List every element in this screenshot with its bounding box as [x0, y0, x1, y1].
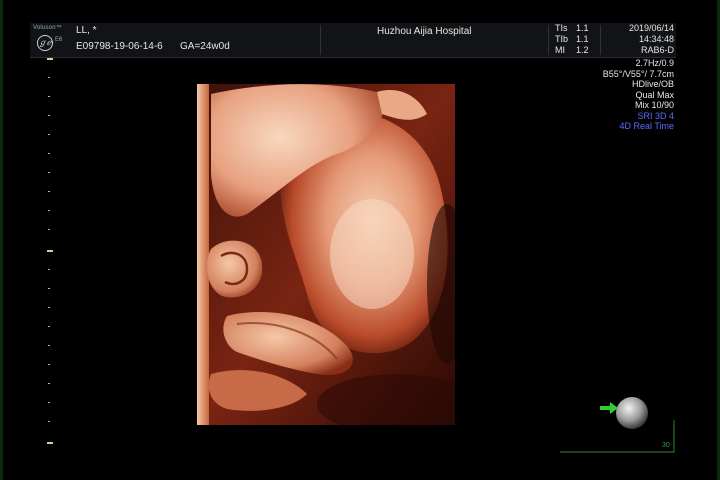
depth-tick	[48, 153, 50, 154]
ge-monogram-icon: ℊℯ	[37, 35, 53, 51]
depth-tick	[47, 442, 53, 444]
depth-tick	[47, 58, 53, 60]
exam-date: 2019/06/14	[628, 23, 674, 33]
depth-tick	[48, 210, 50, 211]
depth-tick	[48, 402, 50, 403]
depth-tick	[48, 288, 50, 289]
probe-name: RAB6-D	[640, 45, 674, 55]
header-divider	[548, 25, 549, 55]
depth-tick	[48, 269, 50, 270]
imaging-parameters: 2.7Hz/0.9 B55°/V55°/ 7.7cm HDlive/OB Qua…	[603, 58, 674, 132]
logo-brand-text: Voluson™	[33, 25, 62, 31]
frequency-setting: 2.7Hz/0.9	[635, 58, 674, 68]
green-arrow-icon	[600, 402, 618, 414]
realtime-mode: 4D Real Time	[619, 121, 674, 131]
depth-tick	[48, 307, 50, 308]
depth-tick	[48, 364, 50, 365]
depth-scale	[44, 58, 56, 450]
patient-name: LL, *	[76, 25, 97, 36]
sri-setting: SRI 3D 4	[637, 110, 674, 121]
depth-tick	[48, 326, 50, 327]
depth-tick	[48, 96, 50, 97]
mi-value: 1.2	[576, 45, 589, 55]
render-mode: HDlive/OB	[631, 79, 674, 89]
depth-tick	[47, 250, 53, 252]
header-bar: Voluson™ ℊℯ E6 LL, * E09798-19-06-14-6 G…	[30, 23, 676, 58]
mix-setting: Mix 10/90	[634, 100, 674, 110]
exam-time: 14:34:48	[638, 34, 674, 44]
tis-value: 1.1	[576, 23, 589, 33]
voluson-logo: Voluson™ ℊℯ E6	[33, 25, 69, 55]
hospital-name: Huzhou Aijia Hospital	[377, 26, 472, 37]
mi-label: MI	[555, 45, 565, 55]
depth-tick	[48, 421, 50, 422]
depth-tick	[48, 134, 50, 135]
header-divider	[600, 25, 601, 55]
depth-tick	[48, 191, 50, 192]
depth-tick	[48, 77, 50, 78]
depth-tick	[48, 383, 50, 384]
tib-value: 1.1	[576, 34, 589, 44]
exam-id: E09798-19-06-14-6	[76, 41, 163, 52]
frame-rate-label: 30	[662, 442, 670, 449]
gestational-age: GA=24w0d	[180, 41, 230, 52]
left-edge-strip	[0, 0, 3, 480]
volume-frame-corner	[560, 420, 675, 453]
fetal-face-image	[197, 84, 455, 425]
quality-setting: Qual Max	[635, 89, 674, 100]
fetal-4d-render	[197, 84, 455, 425]
depth-tick	[48, 172, 50, 173]
logo-model-text: E6	[55, 37, 63, 43]
depth-tick	[48, 229, 50, 230]
header-divider	[320, 25, 321, 55]
depth-tick	[48, 115, 50, 116]
angle-depth-setting: B55°/V55°/ 7.7cm	[602, 68, 674, 79]
tis-label: TIs	[555, 23, 568, 33]
depth-tick	[48, 345, 50, 346]
tib-label: TIb	[555, 34, 569, 44]
